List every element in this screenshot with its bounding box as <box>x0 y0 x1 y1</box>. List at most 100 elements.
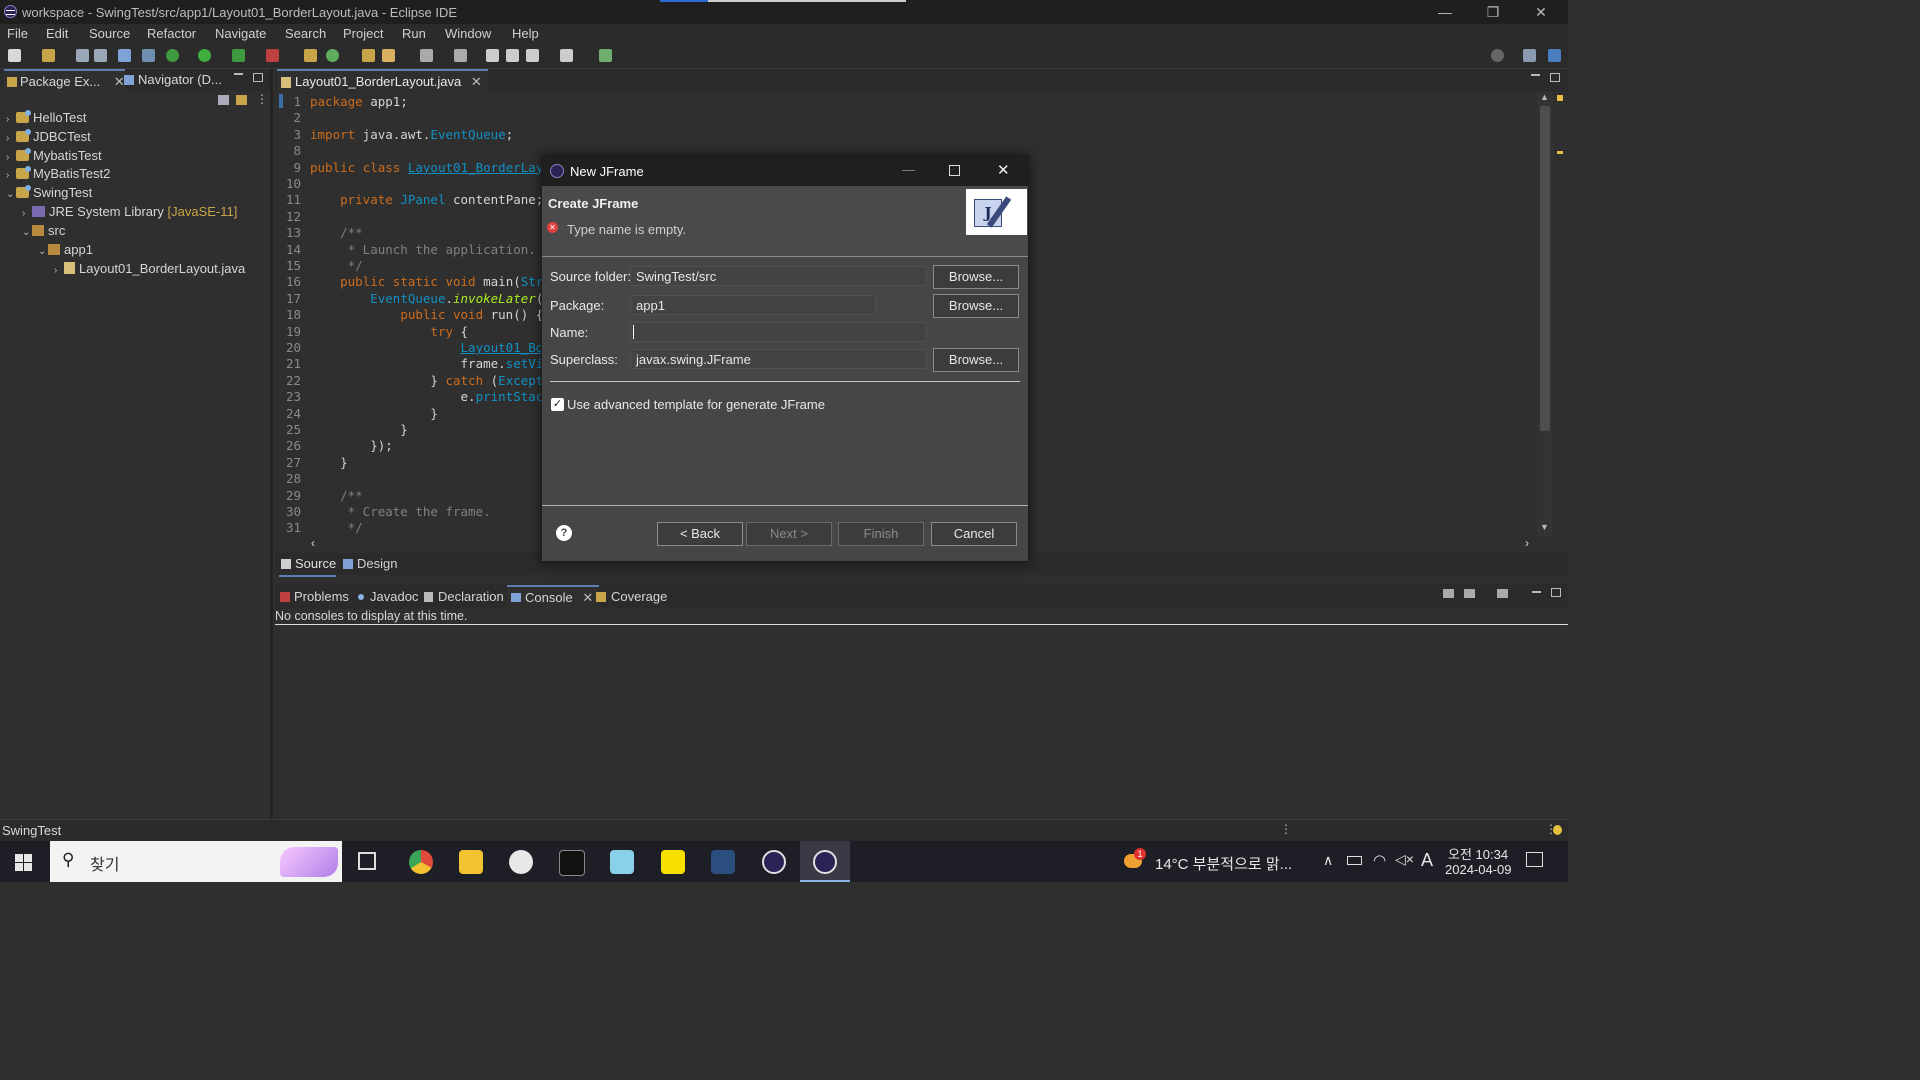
coverage-icon[interactable] <box>232 49 245 62</box>
tip-icon[interactable] <box>1553 825 1562 835</box>
menu-help[interactable]: Help <box>512 26 539 41</box>
terminal-taskbar-icon[interactable] <box>546 841 596 882</box>
source-folder-input[interactable]: SwingTest/src <box>630 266 927 286</box>
code-line[interactable]: private JPanel contentPane; <box>310 192 543 207</box>
windows-start-icon[interactable] <box>15 854 32 871</box>
taskbar-search[interactable]: ⚲ 찾기 <box>50 841 342 882</box>
close-button[interactable]: ✕ <box>1518 0 1564 24</box>
tab-coverage[interactable]: Coverage <box>595 587 667 607</box>
new-java-project-icon[interactable] <box>304 49 317 62</box>
code-line[interactable]: import java.awt.EventQueue; <box>310 127 513 142</box>
battery-icon[interactable] <box>1347 856 1362 865</box>
maximize-console-icon[interactable] <box>1551 588 1561 597</box>
superclass-input[interactable]: javax.swing.JFrame <box>630 349 927 369</box>
menu-edit[interactable]: Edit <box>46 26 68 41</box>
maximize-editor-icon[interactable] <box>1550 73 1560 82</box>
code-line[interactable]: try { <box>310 324 468 339</box>
tree-item-layout01-file[interactable]: › Layout01_BorderLayout.java <box>54 260 245 278</box>
tree-item-mybatistest[interactable]: › MybatisTest <box>6 147 102 165</box>
open-perspective-icon[interactable] <box>599 49 612 62</box>
menu-navigate[interactable]: Navigate <box>215 26 266 41</box>
annotation-icon[interactable] <box>420 49 433 62</box>
code-line[interactable]: package app1; <box>310 94 408 109</box>
code-line[interactable]: * Launch the application. <box>310 242 536 257</box>
code-line[interactable]: Layout01_Bor <box>310 340 551 355</box>
file-explorer-taskbar-icon[interactable] <box>446 841 496 882</box>
link-editor-icon[interactable] <box>236 95 247 105</box>
browse-superclass-button[interactable]: Browse... <box>933 348 1019 372</box>
chevron-up-icon[interactable]: ∧ <box>1323 852 1333 869</box>
notepad-taskbar-icon[interactable] <box>597 841 647 882</box>
code-line[interactable]: e.printStack <box>310 389 551 404</box>
back-arrow-icon[interactable] <box>526 49 539 62</box>
close-icon[interactable]: ✕ <box>471 74 482 89</box>
menu-window[interactable]: Window <box>445 26 491 41</box>
sql-taskbar-icon[interactable] <box>698 841 748 882</box>
minimize-button[interactable]: — <box>1422 0 1468 24</box>
new-class-icon[interactable] <box>326 49 339 62</box>
dialog-close-button[interactable]: ✕ <box>997 161 1010 179</box>
help-icon[interactable]: ? <box>556 525 572 541</box>
restore-button[interactable]: ❐ <box>1470 0 1516 24</box>
tree-item-app1[interactable]: ⌄ app1 <box>38 241 93 259</box>
terminal-icon[interactable] <box>118 49 131 62</box>
code-line[interactable]: } catch (Except <box>310 373 543 388</box>
tab-source[interactable]: Source <box>279 553 337 577</box>
code-line[interactable]: public void run() { <box>310 307 543 322</box>
minimize-console-icon[interactable] <box>1532 591 1541 593</box>
tab-layout01-java[interactable]: Layout01_BorderLayout.java ✕ <box>277 69 488 93</box>
browse-source-folder-button[interactable]: Browse... <box>933 265 1019 289</box>
tab-package-explorer[interactable]: Package Ex... ✕ <box>4 69 125 93</box>
scroll-right-icon[interactable]: › <box>1525 536 1529 550</box>
tab-design[interactable]: Design <box>341 553 397 575</box>
tree-item-jdbctest[interactable]: › JDBCTest <box>6 128 91 146</box>
eclipse-taskbar-icon[interactable] <box>749 841 799 882</box>
search-icon[interactable] <box>1491 49 1504 62</box>
java-perspective-icon[interactable] <box>1548 49 1561 62</box>
menu-refactor[interactable]: Refactor <box>147 26 196 41</box>
game-taskbar-icon[interactable] <box>496 841 546 882</box>
code-line[interactable]: } <box>310 406 438 421</box>
wifi-icon[interactable]: ◠ <box>1373 851 1386 869</box>
collapse-all-icon[interactable] <box>218 95 229 105</box>
dialog-maximize-button[interactable] <box>949 165 960 176</box>
code-line[interactable]: */ <box>310 520 363 535</box>
scroll-down-icon[interactable]: ▼ <box>1540 522 1549 532</box>
menu-search[interactable]: Search <box>285 26 326 41</box>
code-line[interactable]: frame.setVis <box>310 356 551 371</box>
overview-warning-marker[interactable] <box>1557 95 1563 101</box>
external-tools-icon[interactable] <box>266 49 279 62</box>
save-all-icon[interactable] <box>94 49 107 62</box>
perspective-icon[interactable] <box>1523 49 1536 62</box>
tab-navigator[interactable]: Navigator (D... <box>122 69 222 91</box>
tab-console[interactable]: Console ✕ <box>507 585 600 609</box>
menu-run[interactable]: Run <box>402 26 426 41</box>
forward-nav-icon[interactable] <box>506 49 519 62</box>
forward-arrow-icon[interactable] <box>560 49 573 62</box>
tree-item-mybatistest2[interactable]: › MyBatisTest2 <box>6 165 110 183</box>
open-type-icon[interactable] <box>362 49 375 62</box>
back-nav-icon[interactable] <box>486 49 499 62</box>
chrome-taskbar-icon[interactable] <box>396 841 446 882</box>
code-line[interactable]: /** <box>310 225 363 240</box>
run-icon[interactable] <box>198 49 211 62</box>
overview-marker[interactable] <box>1557 151 1563 154</box>
menu-source[interactable]: Source <box>89 26 130 41</box>
browse-package-button[interactable]: Browse... <box>933 294 1019 318</box>
code-line[interactable]: public class Layout01_BorderLayo <box>310 160 551 175</box>
open-console-icon[interactable] <box>1443 589 1454 598</box>
code-line[interactable]: */ <box>310 258 363 273</box>
save-icon[interactable] <box>76 49 89 62</box>
code-line[interactable]: EventQueue.invokeLater(n <box>310 291 551 306</box>
eclipse-active-taskbar-icon[interactable] <box>800 841 850 882</box>
pin-icon[interactable] <box>454 49 467 62</box>
search-tool-icon[interactable] <box>382 49 395 62</box>
open-icon[interactable] <box>42 49 55 62</box>
name-input[interactable] <box>630 322 927 342</box>
tree-item-jre-library[interactable]: › JRE System Library [JavaSE-11] <box>22 203 237 221</box>
clock-date[interactable]: 2024-04-09 <box>1445 862 1512 877</box>
new-icon[interactable] <box>8 49 21 62</box>
view-menu-icon[interactable]: ⋮ <box>256 92 268 106</box>
tab-problems[interactable]: Problems <box>279 587 349 607</box>
speaker-muted-icon[interactable]: ◁× <box>1395 851 1414 868</box>
